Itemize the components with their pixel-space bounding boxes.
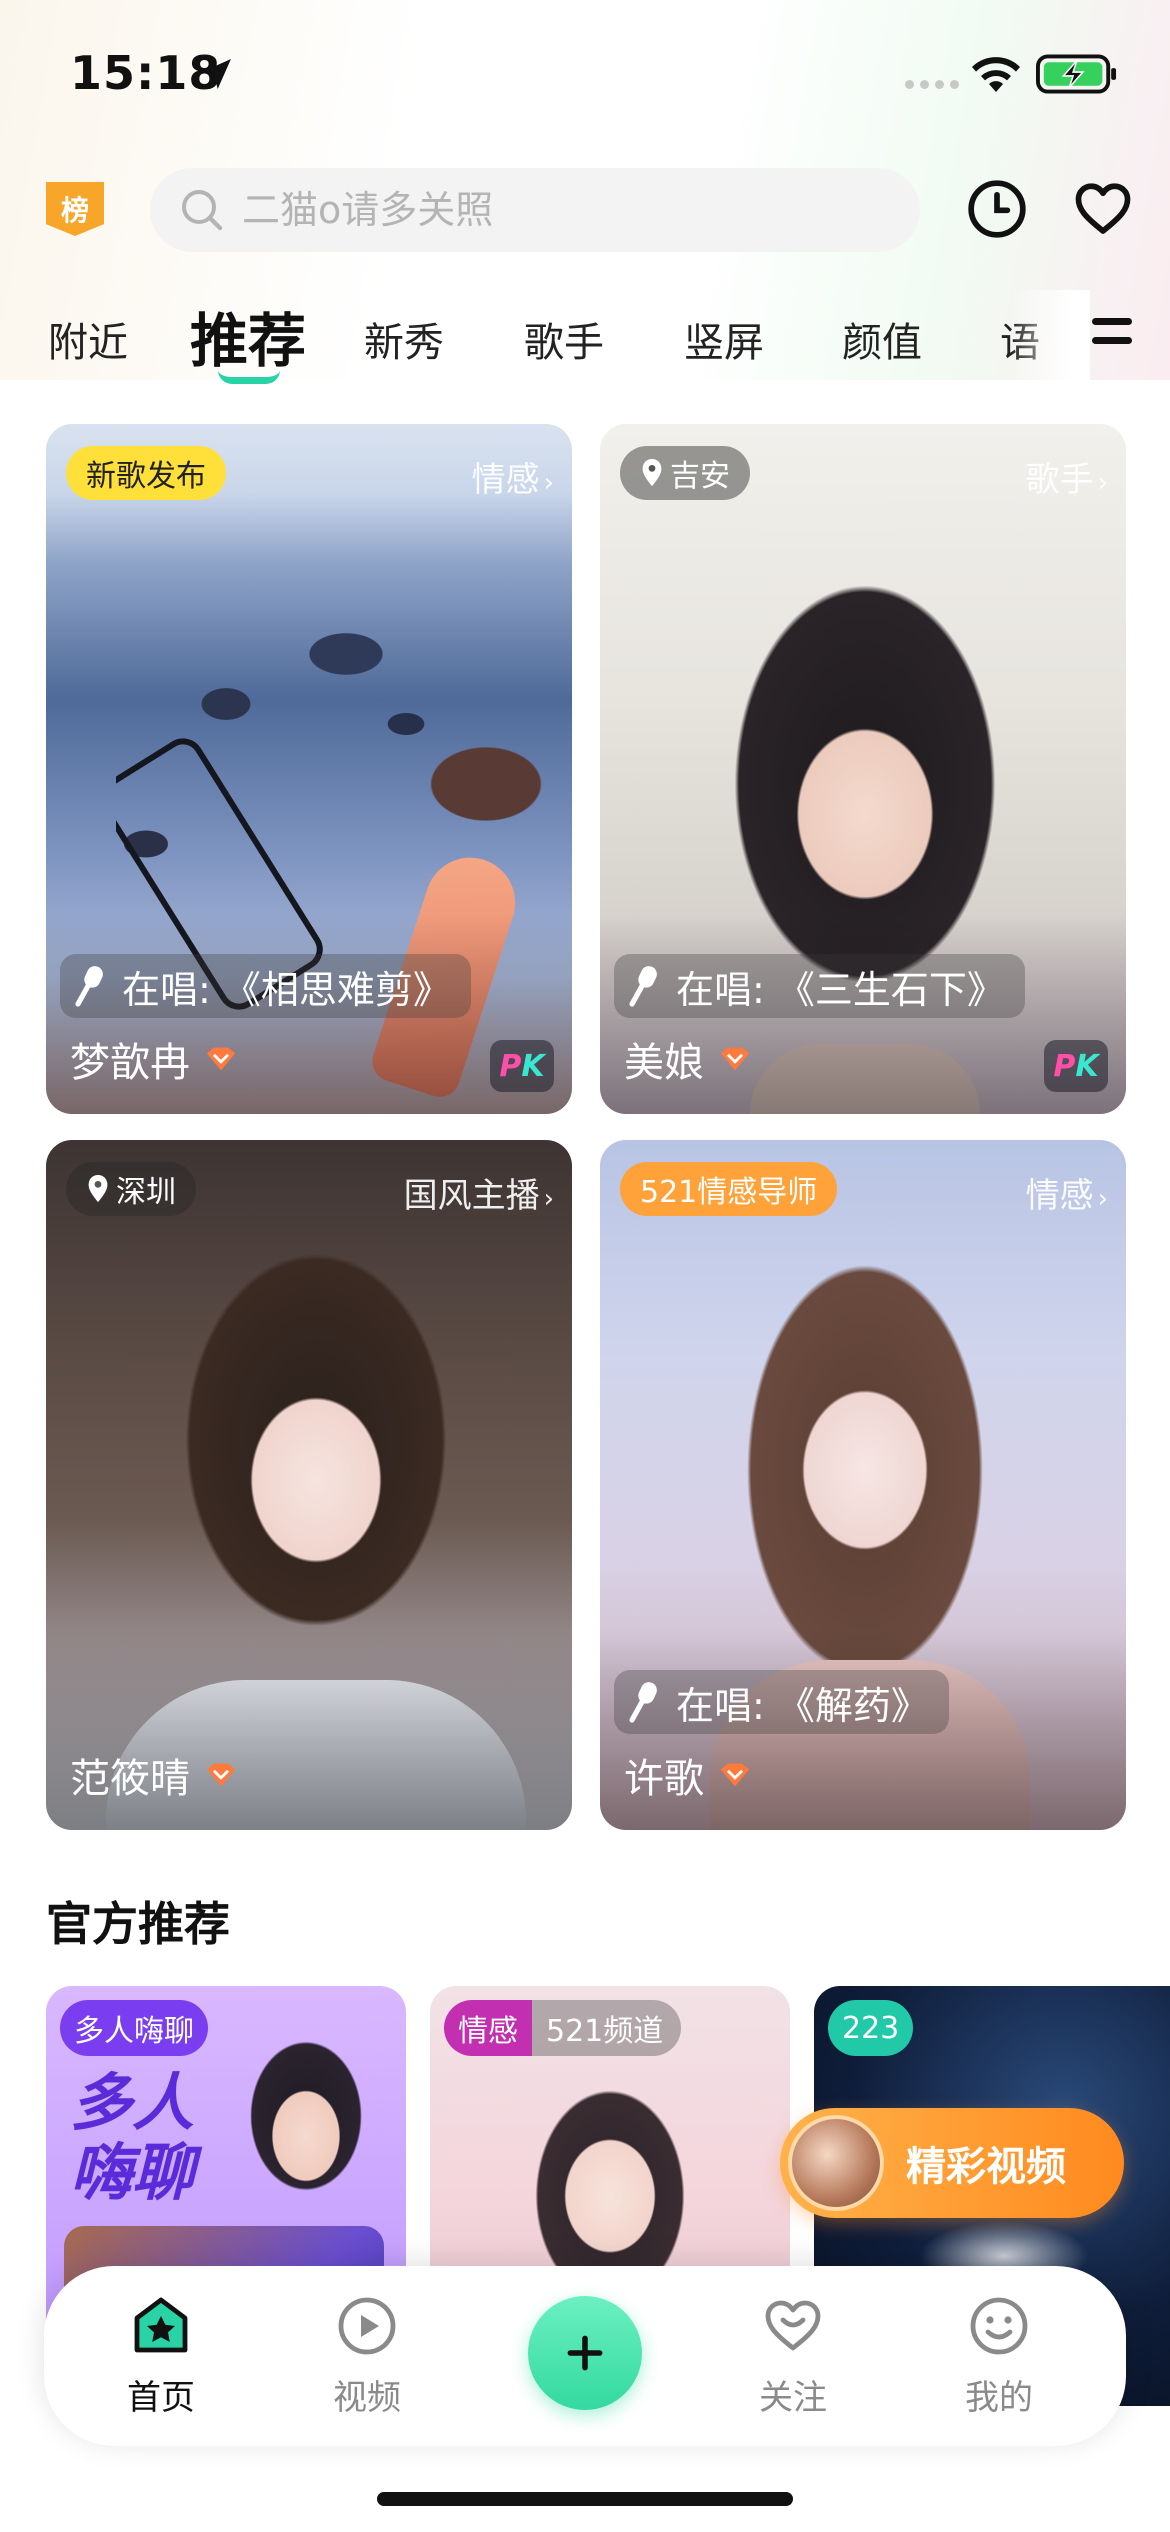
wifi-icon [972,57,1020,92]
level-badge-icon [720,1047,750,1071]
tab-nearby[interactable]: 附近 [48,310,128,368]
microphone-icon [629,966,657,1007]
section-title: 官方推荐 [46,1897,230,1951]
live-card[interactable]: 吉安 歌手 › 在唱: 《三生石下》 美娘 PK [600,424,1126,1114]
nav-video[interactable]: 视频 [302,2294,432,2419]
host-photo [216,2006,386,2226]
bottom-navigation: 首页 视频 关注 我的 [44,2266,1126,2446]
tab-recommend[interactable]: 推荐 [190,294,306,378]
new-song-tag: 新歌发布 [66,446,226,500]
category-link[interactable]: 情感 › [1026,1168,1108,1217]
avatar [788,2115,884,2211]
status-bar: 15:18 [0,0,1170,150]
search-bar[interactable] [150,168,920,252]
host-name-row: 许歌 [624,1746,752,1804]
play-video-icon [338,2297,396,2355]
host-name-row: 梦歆冉 [70,1030,238,1088]
tab-menu-icon[interactable] [1092,318,1132,356]
host-name: 许歌 [624,1756,704,1802]
history-clock-icon[interactable] [966,178,1028,240]
live-card[interactable]: 521情感导师 情感 › 在唱: 《解药》 许歌 [600,1140,1126,1830]
host-name-row: 范筱晴 [70,1746,238,1804]
active-tab-indicator [218,370,280,384]
host-name-row: 美娘 [624,1030,752,1088]
favorite-heart-icon[interactable] [1072,178,1134,240]
now-singing: 在唱: 《相思难剪》 [60,954,471,1018]
location-tag: 深圳 [66,1162,196,1216]
viewer-count-tag: 223 [828,2000,914,2056]
tab-new-talent[interactable]: 新秀 [364,310,444,368]
promo-text: 多人 嗨聊 [70,2066,195,2209]
plus-icon [567,2335,603,2371]
live-card[interactable]: 深圳 国风主播 › 范筱晴 [46,1140,572,1830]
rec-tag: 情感 521频道 [444,2000,682,2056]
create-live-button[interactable] [528,2296,642,2410]
level-badge-icon [720,1763,750,1787]
host-name: 美娘 [624,1040,704,1086]
nav-home[interactable]: 首页 [96,2294,226,2419]
battery-charging-icon [1036,54,1117,94]
location-pin-icon [88,1174,108,1203]
search-icon [182,190,223,231]
location-arrow-icon [201,59,231,89]
category-link[interactable]: 国风主播 › [404,1168,554,1217]
location-pin-icon [642,458,662,487]
now-singing: 在唱: 《三生石下》 [614,954,1025,1018]
nav-follow[interactable]: 关注 [728,2294,858,2419]
microphone-icon [75,966,103,1007]
cellular-signal-icon [905,80,959,89]
rec-tag: 多人嗨聊 [60,2000,208,2056]
host-name: 梦歆冉 [70,1040,190,1086]
heart-smile-icon [765,2300,821,2351]
category-link[interactable]: 歌手 › [1026,452,1108,501]
now-singing: 在唱: 《解药》 [614,1670,949,1734]
tab-singer[interactable]: 歌手 [524,310,604,368]
category-tabs: 附近 推荐 新秀 歌手 竖屏 颜值 语 [0,290,1170,400]
mentor-tag: 521情感导师 [620,1162,838,1216]
nav-mine[interactable]: 我的 [934,2294,1064,2419]
home-indicator [377,2492,793,2506]
host-name: 范筱晴 [70,1756,190,1802]
microphone-icon [629,1682,657,1723]
home-icon [134,2297,188,2353]
tab-looks[interactable]: 颜值 [842,310,922,368]
tab-vertical[interactable]: 竖屏 [684,310,764,368]
featured-video-button[interactable]: 精彩视频 [780,2108,1124,2218]
live-card[interactable]: 新歌发布 情感 › 在唱: 《相思难剪》 梦歆冉 PK [46,424,572,1114]
pk-badge: PK [490,1040,554,1092]
category-link[interactable]: 情感 › [472,452,554,501]
location-tag: 吉安 [620,446,750,500]
level-badge-icon [206,1047,236,1071]
level-badge-icon [206,1763,236,1787]
pk-badge: PK [1044,1040,1108,1092]
search-input[interactable] [242,188,882,232]
smiley-face-icon [970,2297,1028,2355]
